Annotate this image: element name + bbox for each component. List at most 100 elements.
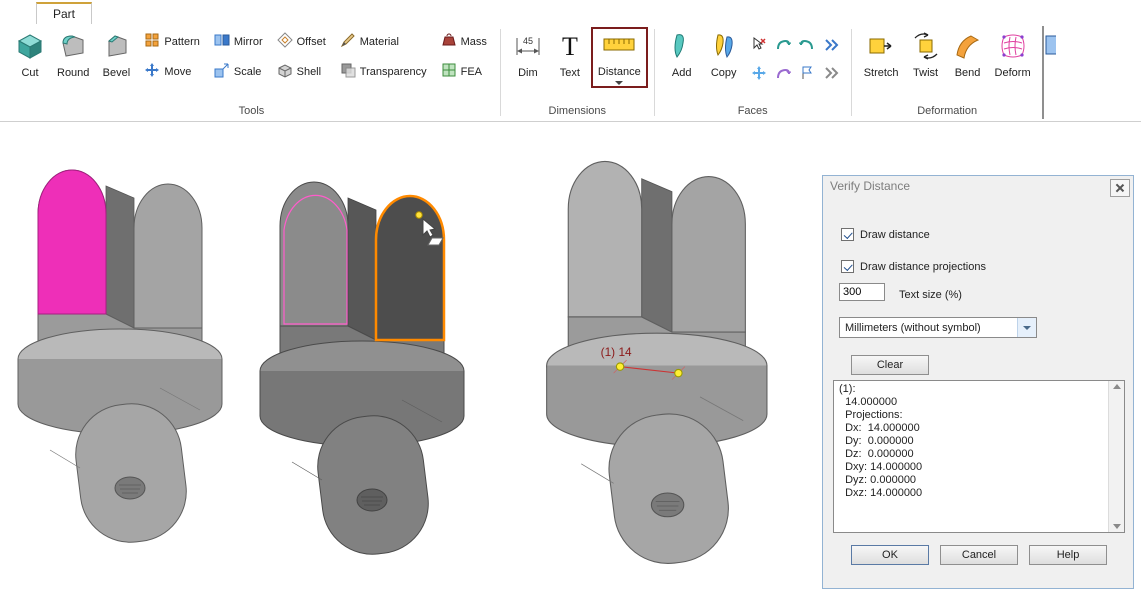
fea-icon	[441, 62, 457, 81]
part-2-selected-face[interactable]	[376, 196, 444, 340]
face-tools-cluster	[749, 33, 841, 85]
distance-button[interactable]: Distance	[591, 27, 648, 88]
close-icon	[1116, 184, 1124, 192]
dim-label: Dim	[518, 67, 538, 79]
add-face-button[interactable]: Add	[661, 29, 703, 81]
part-1-highlighted-face[interactable]	[38, 170, 106, 314]
bevel-label: Bevel	[103, 67, 131, 79]
twist-icon	[911, 31, 941, 64]
group-label-deformation: Deformation	[853, 104, 1042, 121]
bend-label: Bend	[955, 67, 981, 79]
twist-button[interactable]: Twist	[905, 29, 947, 81]
group-label-dimensions: Dimensions	[502, 104, 653, 121]
bend-icon	[953, 31, 983, 64]
bevel-icon	[101, 31, 131, 64]
part-3[interactable]: (1) 14	[547, 161, 767, 569]
mirror-label: Mirror	[234, 36, 263, 48]
bend-button[interactable]: Bend	[947, 29, 989, 81]
sweep-face-button[interactable]	[773, 61, 793, 85]
scroll-up-icon[interactable]	[1113, 384, 1121, 389]
draw-projections-checkbox-row: Draw distance projections	[841, 260, 986, 273]
pattern-button[interactable]: Pattern	[144, 32, 199, 51]
ribbon-group-deformation: Stretch Twist Bend Deform Deformation	[853, 24, 1042, 121]
expand-selection-button[interactable]	[821, 33, 841, 57]
group-separator	[654, 29, 655, 116]
mass-button[interactable]: Mass	[441, 32, 487, 51]
offset-icon	[277, 32, 293, 51]
rotate-face-ccw-button[interactable]	[797, 33, 817, 57]
stretch-label: Stretch	[864, 67, 899, 79]
distance-dropdown-caret[interactable]	[615, 81, 623, 85]
mass-icon	[441, 32, 457, 51]
mass-label: Mass	[461, 36, 487, 48]
deform-label: Deform	[995, 67, 1031, 79]
distance-icon	[602, 30, 636, 63]
ok-button[interactable]: OK	[851, 545, 929, 565]
ok-button-label: OK	[882, 549, 898, 561]
invert-selection-button[interactable]	[749, 33, 769, 57]
tab-part[interactable]: Part	[36, 2, 92, 24]
bevel-button[interactable]: Bevel	[95, 29, 137, 81]
draw-projections-checkbox[interactable]	[841, 260, 854, 273]
part-1[interactable]	[18, 170, 222, 548]
text-label: Text	[560, 67, 580, 79]
units-dropdown[interactable]: Millimeters (without symbol)	[839, 317, 1037, 338]
deform-button[interactable]: Deform	[989, 29, 1037, 81]
move-icon	[144, 62, 160, 81]
text-size-label: Text size (%)	[899, 289, 962, 301]
shift-face-button[interactable]	[821, 61, 841, 85]
offset-button[interactable]: Offset	[277, 32, 326, 51]
scale-label: Scale	[234, 66, 262, 78]
transparency-button[interactable]: Transparency	[340, 62, 427, 81]
scroll-down-icon[interactable]	[1113, 524, 1121, 529]
results-listbox[interactable]: (1): 14.000000 Projections: Dx: 14.00000…	[833, 380, 1125, 533]
results-text: (1): 14.000000 Projections: Dx: 14.00000…	[834, 381, 1108, 532]
move-button[interactable]: Move	[144, 62, 199, 81]
shell-button[interactable]: Shell	[277, 62, 326, 81]
units-selected-value: Millimeters (without symbol)	[840, 322, 1017, 334]
cancel-button-label: Cancel	[962, 549, 996, 561]
dim-button[interactable]: 45 Dim	[507, 29, 549, 81]
draw-projections-label: Draw distance projections	[860, 261, 986, 273]
clipped-next-group	[1044, 30, 1056, 121]
ribbon-tab-bar: Part	[0, 0, 1141, 24]
stretch-button[interactable]: Stretch	[858, 29, 905, 81]
material-button[interactable]: Material	[340, 32, 427, 51]
round-button[interactable]: Round	[51, 29, 95, 81]
text-size-input[interactable]	[839, 283, 885, 301]
ribbon: Cut Round Bevel Pattern Move	[0, 24, 1141, 122]
units-dropdown-button[interactable]	[1017, 318, 1036, 337]
rotate-face-cw-button[interactable]	[773, 33, 793, 57]
dialog-close-button[interactable]	[1110, 179, 1130, 197]
clear-button[interactable]: Clear	[851, 355, 929, 375]
shell-label: Shell	[297, 66, 321, 78]
translate-face-button[interactable]	[749, 61, 769, 85]
dim-icon: 45	[513, 31, 543, 64]
results-scrollbar[interactable]	[1108, 381, 1124, 532]
text-icon: T	[555, 31, 585, 64]
add-face-label: Add	[672, 67, 692, 79]
fea-button[interactable]: FEA	[441, 62, 487, 81]
group-label-tools: Tools	[4, 104, 499, 121]
cancel-button[interactable]: Cancel	[940, 545, 1018, 565]
round-icon	[58, 31, 88, 64]
mirror-icon	[214, 32, 230, 51]
twist-label: Twist	[913, 67, 938, 79]
verify-distance-dialog: Verify Distance Draw distance Draw dista…	[822, 175, 1134, 589]
text-button[interactable]: T Text	[549, 29, 591, 81]
dialog-title: Verify Distance	[823, 176, 1133, 197]
flag-face-button[interactable]	[797, 61, 817, 85]
ribbon-group-dimensions: 45 Dim T Text Distance Dimensions	[502, 24, 653, 121]
mirror-button[interactable]: Mirror	[214, 32, 263, 51]
group-label-faces: Faces	[656, 104, 850, 121]
pattern-label: Pattern	[164, 36, 199, 48]
copy-face-label: Copy	[711, 67, 737, 79]
draw-distance-checkbox[interactable]	[841, 228, 854, 241]
group-separator	[500, 29, 501, 116]
part-2[interactable]	[260, 182, 464, 560]
scale-button[interactable]: Scale	[214, 62, 263, 81]
copy-face-button[interactable]: Copy	[703, 29, 745, 81]
help-button[interactable]: Help	[1029, 545, 1107, 565]
cut-button[interactable]: Cut	[9, 29, 51, 81]
svg-text:45: 45	[523, 36, 533, 46]
